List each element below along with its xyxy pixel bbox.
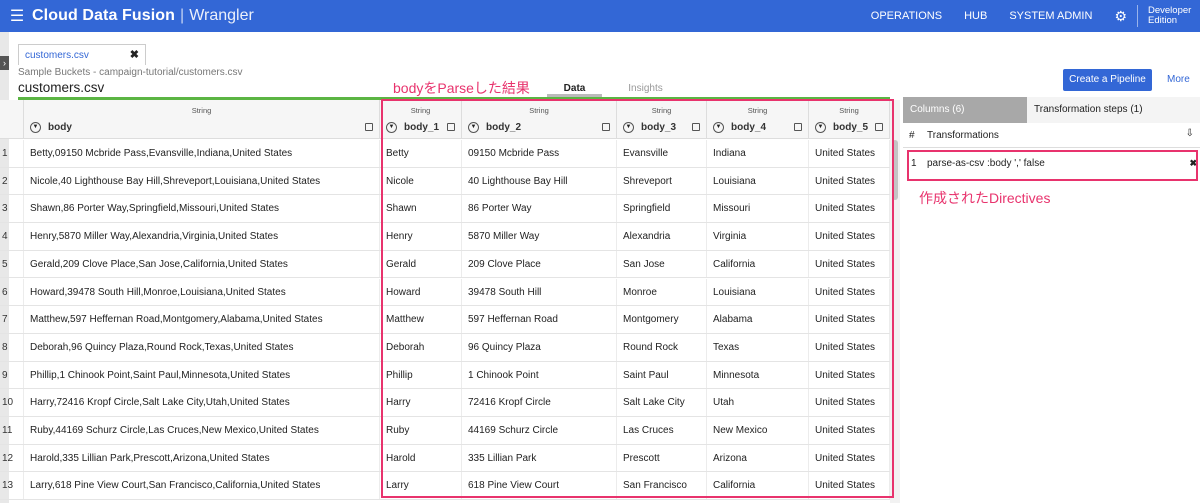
table-cell-body[interactable]: Gerald,209 Clove Place,San Jose,Californ…: [24, 250, 380, 278]
step-number-header: #: [909, 130, 915, 141]
create-pipeline-button[interactable]: Create a Pipeline: [1063, 69, 1152, 91]
more-link[interactable]: More: [1167, 74, 1190, 85]
column-type: String: [191, 106, 212, 115]
row-number: 11: [0, 417, 24, 444]
nav-divider: [1137, 5, 1138, 27]
table-cell-body[interactable]: Nicole,40 Lighthouse Bay Hill,Shreveport…: [24, 167, 380, 195]
column-select-checkbox[interactable]: [365, 123, 373, 131]
column-header-body[interactable]: String ▼ body: [24, 100, 380, 139]
table-cell-body[interactable]: Larry,618 Pine View Court,San Francisco,…: [24, 472, 380, 500]
tab-transformation-steps[interactable]: Transformation steps (1): [1027, 97, 1200, 123]
breadcrumb: Sample Buckets - campaign-tutorial/custo…: [18, 67, 243, 78]
row-number: 2: [0, 167, 24, 195]
app-brand[interactable]: Cloud Data Fusion: [32, 7, 175, 25]
page-title: customers.csv: [18, 80, 105, 95]
table-cell-body[interactable]: Shawn,86 Porter Way,Springfield,Missouri…: [24, 195, 380, 223]
row-number: 5: [0, 250, 24, 278]
row-number: 3: [0, 195, 24, 223]
transformations-header: # Transformations ⇩: [903, 124, 1200, 148]
transformations-title: Transformations: [927, 130, 999, 141]
row-number: 7: [0, 306, 24, 333]
parsed-columns-highlight: [381, 99, 894, 498]
row-number: 6: [0, 278, 24, 306]
table-cell-body[interactable]: Henry,5870 Miller Way,Alexandria,Virgini…: [24, 223, 380, 250]
chevron-down-icon[interactable]: ▼: [30, 122, 41, 133]
top-nav: OPERATIONS HUB SYSTEM ADMIN ⚙ Developer …: [871, 0, 1200, 32]
module-name: Wrangler: [189, 7, 254, 24]
row-number: 8: [0, 333, 24, 361]
table-cell-body[interactable]: Deborah,96 Quincy Plaza,Round Rock,Texas…: [24, 333, 380, 361]
close-icon[interactable]: ✖: [130, 48, 139, 61]
tab-columns[interactable]: Columns (6): [903, 97, 1027, 123]
menu-icon[interactable]: ☰: [4, 6, 30, 26]
table-cell-body[interactable]: Matthew,597 Heffernan Road,Montgomery,Al…: [24, 306, 380, 333]
tab-insights[interactable]: Insights: [618, 80, 673, 97]
row-number: 10: [0, 389, 24, 416]
top-bar: ☰ Cloud Data Fusion | Wrangler OPERATION…: [0, 0, 1200, 32]
gears-icon[interactable]: ⚙: [1114, 8, 1127, 25]
brand-separator: |: [180, 7, 185, 24]
table-cell-body[interactable]: Betty,09150 Mcbride Pass,Evansville,Indi…: [24, 140, 380, 167]
file-tab-name[interactable]: customers.csv: [25, 50, 89, 61]
nav-operations[interactable]: OPERATIONS: [871, 10, 942, 22]
nav-system-admin[interactable]: SYSTEM ADMIN: [1009, 10, 1092, 22]
directive-highlight: [907, 150, 1198, 181]
table-cell-body[interactable]: Phillip,1 Chinook Point,Saint Paul,Minne…: [24, 361, 380, 389]
directives-annotation: 作成されたDirectives: [919, 190, 1051, 206]
table-cell-body[interactable]: Howard,39478 South Hill,Monroe,Louisiana…: [24, 278, 380, 306]
edition-line2: Edition: [1148, 15, 1178, 26]
row-number: 13: [0, 472, 24, 500]
column-name: body: [48, 122, 72, 133]
row-number: 12: [0, 444, 24, 472]
view-tabs: Data Insights: [547, 80, 673, 97]
nav-hub[interactable]: HUB: [964, 10, 987, 22]
parse-result-annotation: bodyをParseした結果: [393, 80, 530, 96]
chevron-right-icon[interactable]: ›: [0, 56, 9, 70]
row-number: 1: [0, 140, 24, 167]
table-cell-body[interactable]: Harold,335 Lillian Park,Prescott,Arizona…: [24, 444, 380, 472]
tab-data[interactable]: Data: [547, 80, 602, 97]
edition-label: Developer Edition: [1148, 6, 1200, 26]
right-panel-tabs: Columns (6) Transformation steps (1): [903, 97, 1200, 123]
table-cell-body[interactable]: Harry,72416 Kropf Circle,Salt Lake City,…: [24, 389, 380, 416]
header-rownum: [0, 100, 24, 139]
row-number: 9: [0, 361, 24, 389]
file-tab[interactable]: customers.csv ✖: [18, 44, 146, 65]
table-cell-body[interactable]: Ruby,44169 Schurz Circle,Las Cruces,New …: [24, 417, 380, 444]
download-icon[interactable]: ⇩: [1186, 128, 1194, 139]
row-number: 4: [0, 223, 24, 250]
